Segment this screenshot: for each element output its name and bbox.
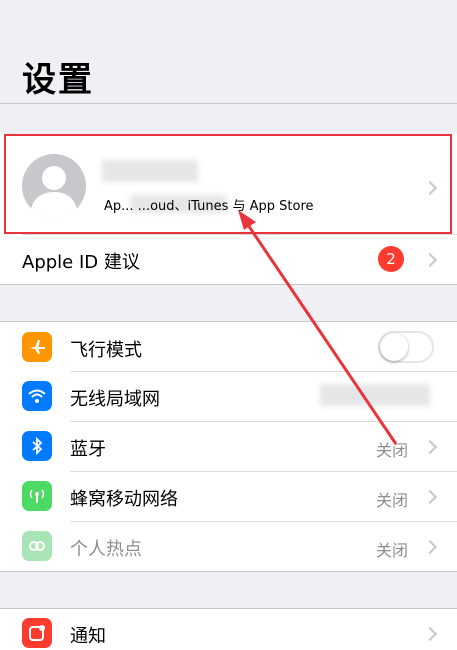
annotation-arrow: [238, 210, 398, 445]
